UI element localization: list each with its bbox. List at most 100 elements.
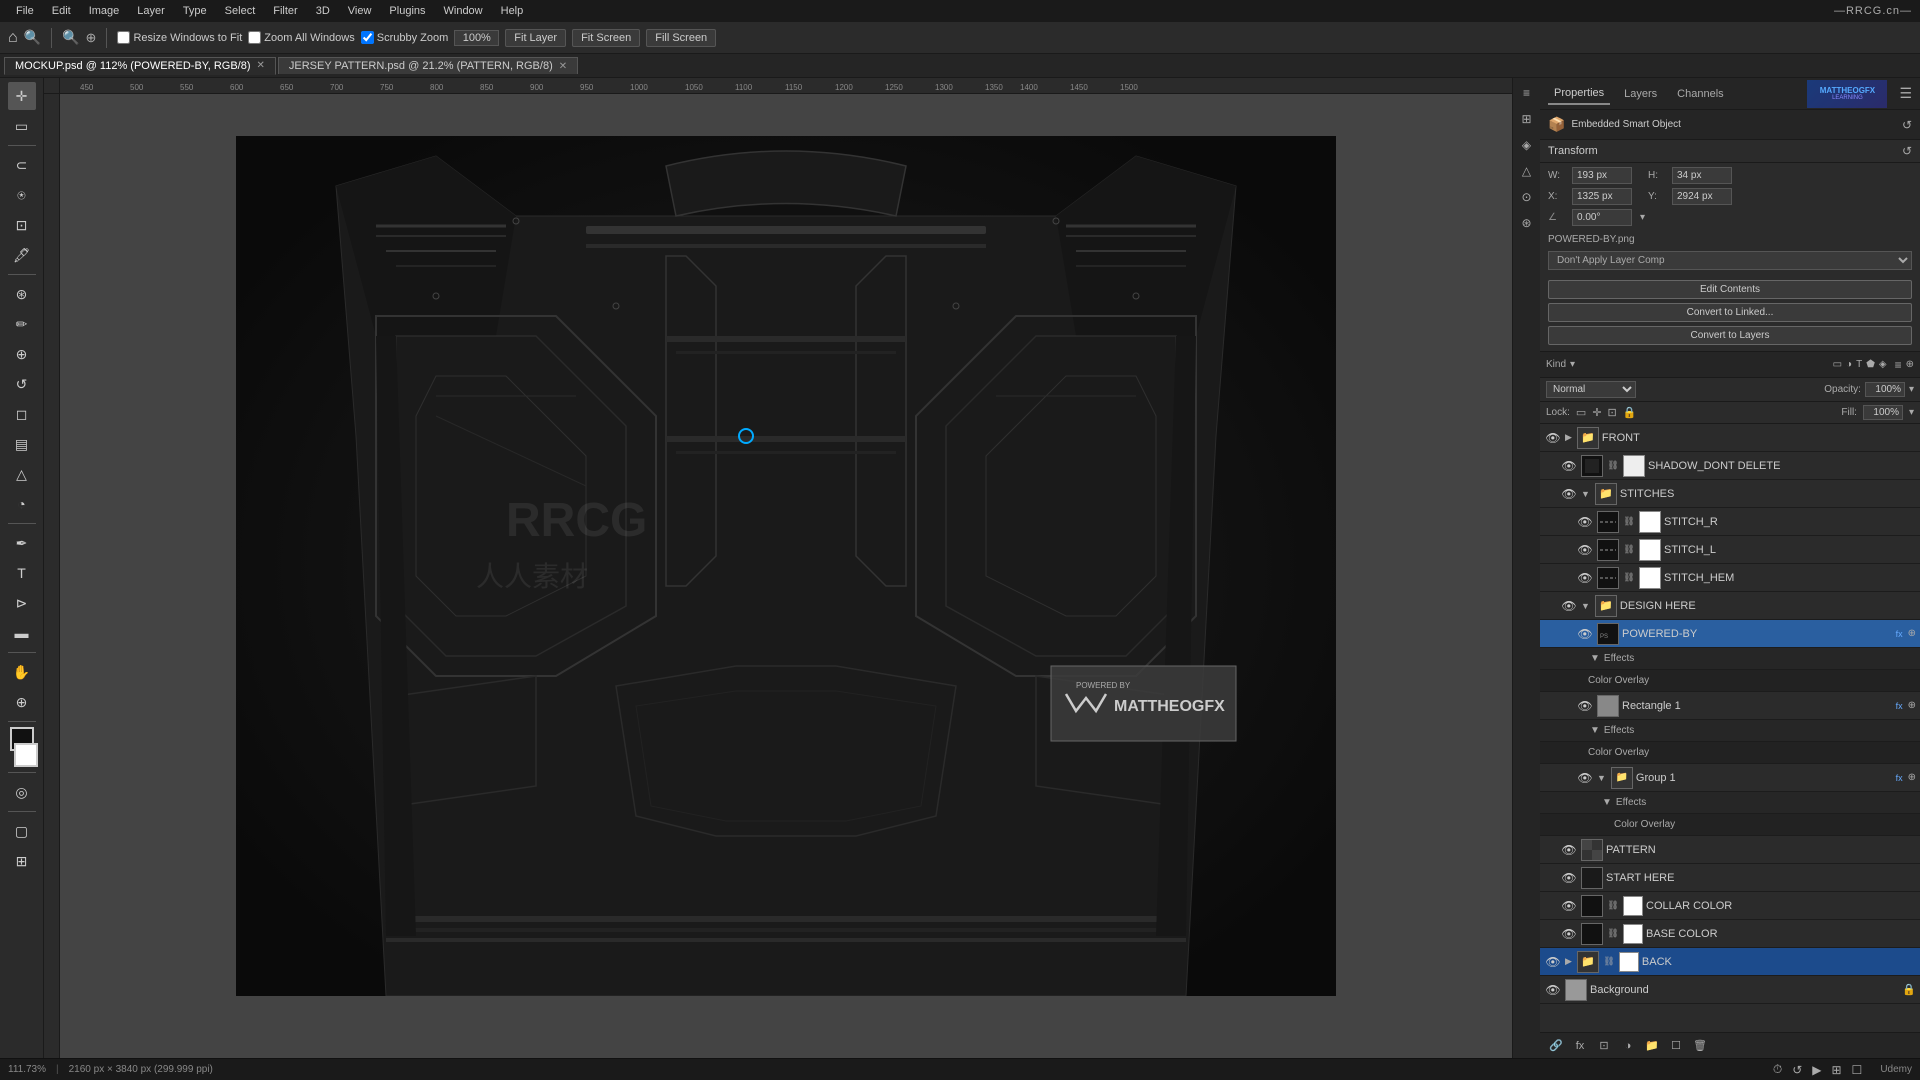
crop-tool[interactable]: ⊡ [8, 211, 36, 239]
layer-stitch-l[interactable]: 👁 ⛓ STITCH_L [1540, 536, 1920, 564]
menu-image[interactable]: Image [81, 3, 128, 19]
fill-input[interactable] [1863, 405, 1903, 420]
lock-all-icon[interactable]: 🔒 [1623, 406, 1637, 419]
visibility-powered-by[interactable]: 👁 [1576, 625, 1594, 643]
layer-shadow[interactable]: 👁 ⛓ SHADOW_DONT DELETE [1540, 452, 1920, 480]
layer-design-here[interactable]: 👁 ▼ 📁 DESIGN HERE [1540, 592, 1920, 620]
layer-comp-select[interactable]: Don't Apply Layer Comp [1548, 251, 1912, 270]
heal-tool[interactable]: ⊛ [8, 280, 36, 308]
fit-layer-button[interactable]: Fit Layer [505, 29, 566, 47]
layer-stitches[interactable]: 👁 ▼ 📁 STITCHES [1540, 480, 1920, 508]
width-input[interactable] [1572, 167, 1632, 184]
layer-group-1[interactable]: 👁 ▼ 📁 Group 1 fx ⊕ [1540, 764, 1920, 792]
visibility-stitch-l[interactable]: 👁 [1576, 541, 1594, 559]
visibility-background[interactable]: 👁 [1544, 981, 1562, 999]
select-rect-tool[interactable]: ▭ [8, 112, 36, 140]
zoom-input[interactable] [454, 30, 499, 46]
visibility-collar-color[interactable]: 👁 [1560, 897, 1578, 915]
menu-plugins[interactable]: Plugins [381, 3, 433, 19]
zoom-in-icon[interactable]: ⊕ [86, 30, 97, 46]
menu-edit[interactable]: Edit [44, 3, 79, 19]
effects-group1-row[interactable]: ▼ Effects [1540, 792, 1920, 814]
layer-rectangle-1[interactable]: 👁 Rectangle 1 fx ⊕ [1540, 692, 1920, 720]
angle-dropdown[interactable]: ▾ [1640, 212, 1645, 223]
collapse-icon-2[interactable]: ⊞ [1516, 108, 1538, 130]
layer-front[interactable]: 👁 ▶ 📁 FRONT [1540, 424, 1920, 452]
stamp-tool[interactable]: ⊕ [8, 340, 36, 368]
panel-menu-icon[interactable]: ☰ [1899, 85, 1912, 102]
filter-icon-shape[interactable]: ⬟ [1866, 359, 1875, 370]
menu-layer[interactable]: Layer [129, 3, 173, 19]
filter-icon-pixel[interactable]: ▭ [1833, 359, 1842, 370]
arrange-icon[interactable]: ⊞ [1831, 1063, 1841, 1077]
add-layer-icons[interactable]: ⊕ [1906, 359, 1914, 370]
layer-delete-icon[interactable]: 🗑 [1690, 1036, 1710, 1056]
new-doc-icon[interactable]: ☐ [1852, 1063, 1863, 1077]
layer-powered-by[interactable]: 👁 PS POWERED-BY fx ⊕ [1540, 620, 1920, 648]
quick-mask-tool[interactable]: ◎ [8, 778, 36, 806]
layer-collar-color[interactable]: 👁 ⛓ COLLAR COLOR [1540, 892, 1920, 920]
visibility-start-here[interactable]: 👁 [1560, 869, 1578, 887]
scrubby-zoom-checkbox[interactable] [361, 31, 374, 44]
tab-mockup[interactable]: MOCKUP.psd @ 112% (POWERED-BY, RGB/8) ✕ [4, 57, 276, 75]
x-input[interactable] [1572, 188, 1632, 205]
filter-icon-smart[interactable]: ◈ [1879, 359, 1887, 370]
layers-tab[interactable]: Layers [1618, 84, 1663, 104]
history-icon[interactable]: ↺ [1792, 1063, 1802, 1077]
effects-rect1-row[interactable]: ▼ Effects [1540, 720, 1920, 742]
height-input[interactable] [1672, 167, 1732, 184]
opacity-input[interactable] [1865, 382, 1905, 397]
layer-mask-icon[interactable]: ⊡ [1594, 1036, 1614, 1056]
channels-tab[interactable]: Channels [1671, 84, 1729, 104]
jersey-canvas[interactable]: RRCG 人人素材 POWERED BY MATTHEOGFX [236, 136, 1336, 996]
collapse-icon-6[interactable]: ⊛ [1516, 212, 1538, 234]
zoom-all-checkbox[interactable] [248, 31, 261, 44]
shape-tool[interactable]: ▬ [8, 619, 36, 647]
color-overlay-powered-row[interactable]: Color Overlay [1540, 670, 1920, 692]
transform-reset-icon[interactable]: ↺ [1902, 144, 1912, 158]
blend-mode-select[interactable]: Normal [1546, 381, 1636, 398]
menu-3d[interactable]: 3D [308, 3, 338, 19]
resize-windows-checkbox[interactable] [117, 31, 130, 44]
gradient-tool[interactable]: ▤ [8, 430, 36, 458]
refresh-icon[interactable]: ↺ [1902, 118, 1912, 132]
layer-start-here[interactable]: 👁 START HERE [1540, 864, 1920, 892]
home-icon[interactable]: ⌂ [8, 29, 18, 47]
visibility-pattern[interactable]: 👁 [1560, 841, 1578, 859]
visibility-shadow[interactable]: 👁 [1560, 457, 1578, 475]
visibility-back[interactable]: 👁 [1544, 953, 1562, 971]
search-icon[interactable]: 🔍 [24, 29, 41, 46]
layer-stitch-r[interactable]: 👁 ⛓ STITCH_R [1540, 508, 1920, 536]
actions-icon[interactable]: ▶ [1812, 1063, 1821, 1077]
color-overlay-rect1-row[interactable]: Color Overlay [1540, 742, 1920, 764]
lasso-tool[interactable]: ⊂ [8, 151, 36, 179]
layer-stitch-hem[interactable]: 👁 ⛓ STITCH_HEM [1540, 564, 1920, 592]
collapse-icon-3[interactable]: ◈ [1516, 134, 1538, 156]
y-input[interactable] [1672, 188, 1732, 205]
menu-view[interactable]: View [340, 3, 380, 19]
convert-to-linked-button[interactable]: Convert to Linked... [1548, 303, 1912, 322]
change-screen-mode[interactable]: ▢ [8, 817, 36, 845]
hand-tool[interactable]: ✋ [8, 658, 36, 686]
layer-base-color[interactable]: 👁 ⛓ BASE COLOR [1540, 920, 1920, 948]
timeline-icon[interactable]: ⏱ [1773, 1062, 1782, 1077]
layer-rect1-options[interactable]: ⊕ [1908, 700, 1916, 711]
layer-group-icon[interactable]: 📁 [1642, 1036, 1662, 1056]
visibility-front[interactable]: 👁 [1544, 429, 1562, 447]
move-tool[interactable]: ✛ [8, 82, 36, 110]
type-tool[interactable]: T [8, 559, 36, 587]
brush-tool[interactable]: ✏ [8, 310, 36, 338]
blur-tool[interactable]: △ [8, 460, 36, 488]
menu-type[interactable]: Type [175, 3, 215, 19]
menu-select[interactable]: Select [217, 3, 264, 19]
fit-screen-button[interactable]: Fit Screen [572, 29, 640, 47]
visibility-rect1[interactable]: 👁 [1576, 697, 1594, 715]
path-select-tool[interactable]: ⊳ [8, 589, 36, 617]
collapse-icon-1[interactable]: ≡ [1516, 82, 1538, 104]
tab-mockup-close[interactable]: ✕ [257, 60, 265, 71]
properties-tab[interactable]: Properties [1548, 83, 1610, 105]
convert-to-layers-button[interactable]: Convert to Layers [1548, 326, 1912, 345]
layer-styles-icon[interactable]: fx [1570, 1036, 1590, 1056]
layer-group1-options[interactable]: ⊕ [1908, 772, 1916, 783]
menu-filter[interactable]: Filter [265, 3, 305, 19]
